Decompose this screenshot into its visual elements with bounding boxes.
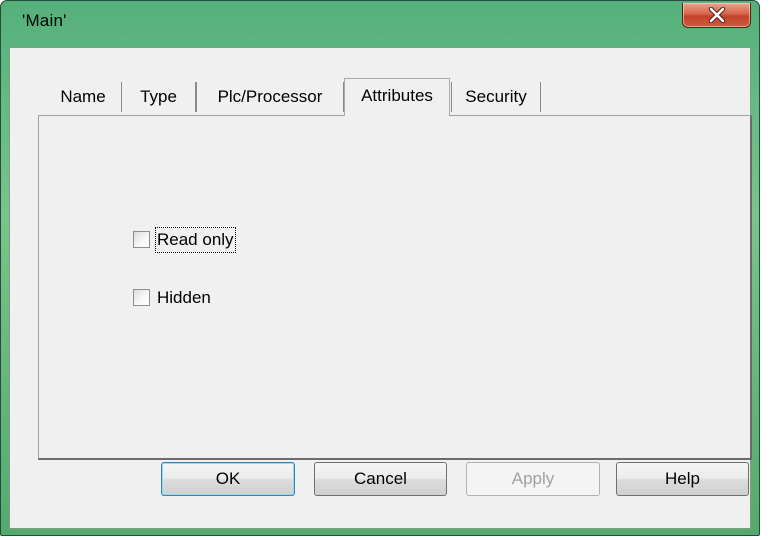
tab-name[interactable]: Name xyxy=(45,82,122,112)
close-button[interactable] xyxy=(682,3,751,28)
title-bar[interactable]: 'Main' xyxy=(1,1,759,47)
cancel-button[interactable]: Cancel xyxy=(314,462,447,496)
hidden-checkbox[interactable] xyxy=(133,289,150,306)
window-title: 'Main' xyxy=(22,11,67,30)
tab-strip: Name Type Plc/Processor Attributes Secur… xyxy=(10,48,750,116)
tab-type[interactable]: Type xyxy=(122,82,196,112)
attributes-panel: Read only Hidden xyxy=(38,115,752,460)
read-only-checkbox[interactable] xyxy=(133,231,150,248)
ok-button[interactable]: OK xyxy=(161,462,295,496)
tab-security[interactable]: Security xyxy=(451,82,541,112)
hidden-label[interactable]: Hidden xyxy=(156,286,212,310)
dialog-body: Name Type Plc/Processor Attributes Secur… xyxy=(9,47,752,529)
read-only-label[interactable]: Read only xyxy=(155,227,236,253)
help-button[interactable]: Help xyxy=(616,462,749,496)
apply-button[interactable]: Apply xyxy=(466,462,600,496)
dialog-window: 'Main' Name Type Plc/Processor Attribute… xyxy=(0,0,760,536)
close-icon xyxy=(708,7,726,23)
tab-attributes[interactable]: Attributes xyxy=(344,78,450,116)
tab-plc-processor[interactable]: Plc/Processor xyxy=(196,82,344,112)
